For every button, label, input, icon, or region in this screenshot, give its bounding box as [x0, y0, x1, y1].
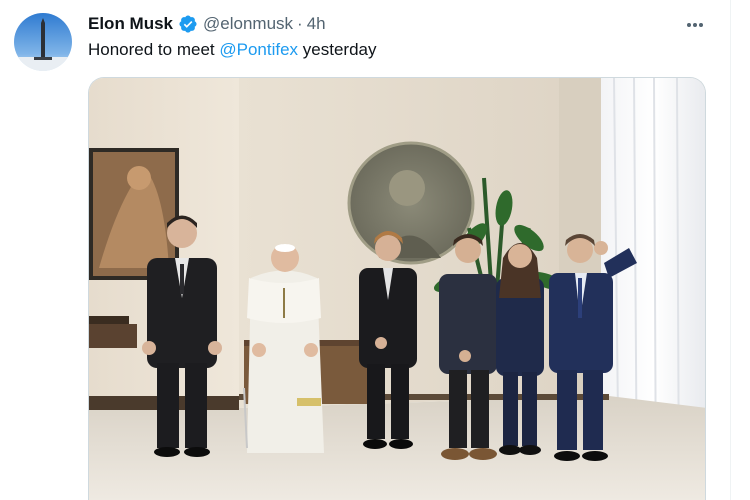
mention-link[interactable]: @Pontifex: [219, 40, 298, 59]
tweet-card[interactable]: Elon Musk @elonmusk · 4h Honored to meet…: [0, 0, 731, 500]
author-avatar[interactable]: [14, 13, 72, 71]
more-options-button[interactable]: [682, 14, 708, 36]
author-handle[interactable]: @elonmusk: [203, 14, 293, 34]
tweet-photo[interactable]: [88, 77, 706, 500]
tweet-text-after: yesterday: [298, 40, 377, 59]
rocket-avatar-icon: [14, 13, 72, 71]
tweet-text-before: Honored to meet: [88, 40, 220, 59]
more-dots-icon: [687, 23, 703, 27]
photo-scene: [89, 78, 705, 500]
tweet-timestamp[interactable]: 4h: [307, 14, 326, 34]
tweet-header: Elon Musk @elonmusk · 4h: [88, 13, 326, 35]
author-name[interactable]: Elon Musk: [88, 14, 173, 34]
separator-dot: ·: [297, 14, 303, 33]
tweet-text: Honored to meet @Pontifex yesterday: [88, 40, 376, 60]
verified-badge-icon: [178, 14, 198, 34]
